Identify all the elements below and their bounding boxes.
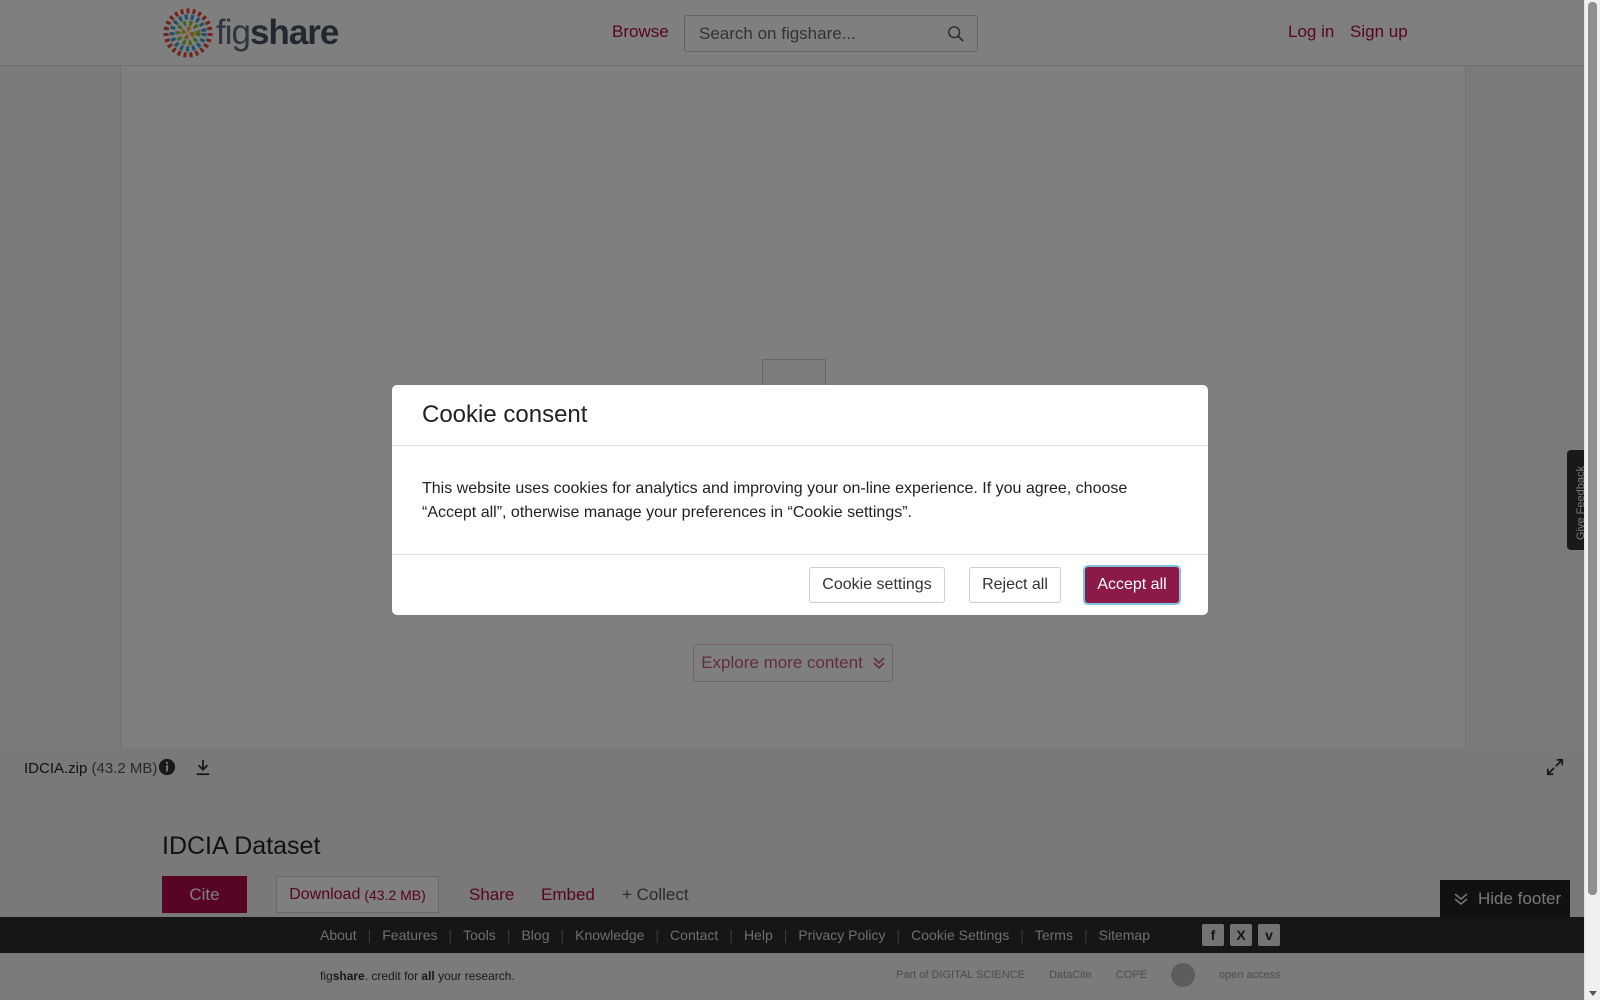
reject-all-button[interactable]: Reject all [969, 567, 1061, 603]
modal-divider [392, 445, 1208, 446]
scrollbar-thumb[interactable] [1588, 2, 1597, 895]
scroll-down-arrow-icon[interactable] [1589, 991, 1597, 996]
modal-title: Cookie consent [422, 401, 588, 428]
page-scrollbar[interactable] [1584, 0, 1600, 1000]
cookie-settings-button[interactable]: Cookie settings [809, 567, 945, 603]
modal-body-text: This website uses cookies for analytics … [422, 480, 1128, 521]
cookie-consent-dialog: Cookie consent This website uses cookies… [392, 385, 1208, 615]
modal-divider [392, 554, 1208, 555]
accept-all-button[interactable]: Accept all [1085, 567, 1179, 603]
